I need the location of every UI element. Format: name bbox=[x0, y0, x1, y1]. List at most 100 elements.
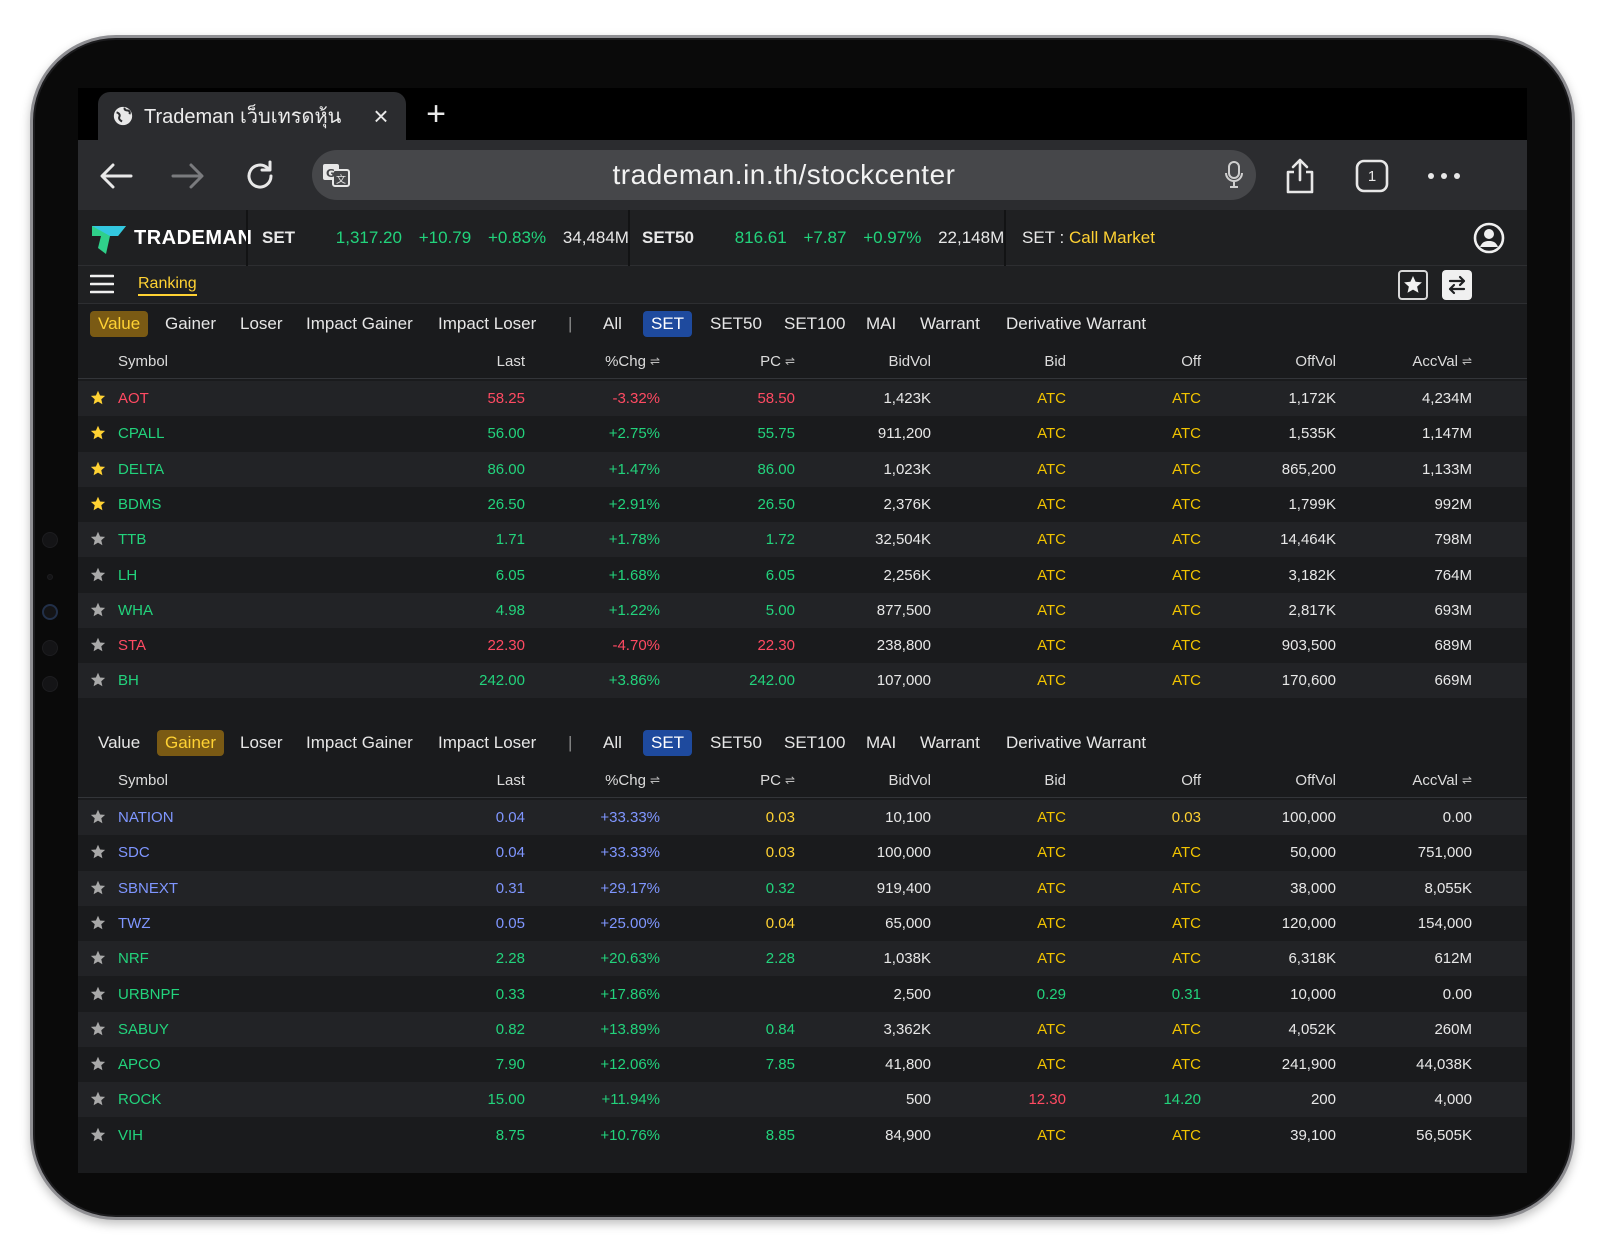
star-filled-icon[interactable] bbox=[90, 496, 106, 516]
table-row[interactable]: BDMS 26.50 +2.91% 26.50 2,376K ATC ATC 1,799K 99… bbox=[78, 486, 1527, 522]
cell-symbol[interactable]: SBNEXT bbox=[118, 871, 278, 906]
star-filled-icon[interactable] bbox=[90, 425, 106, 445]
column-header-pc[interactable]: PC ⇌ bbox=[698, 343, 795, 379]
microphone-icon[interactable] bbox=[1224, 161, 1244, 189]
reload-button[interactable] bbox=[238, 154, 282, 198]
cell-symbol[interactable]: TTB bbox=[118, 522, 278, 557]
filter-value[interactable]: Value bbox=[90, 311, 149, 337]
market-filter-all[interactable]: All bbox=[595, 311, 630, 337]
cell-symbol[interactable]: STA bbox=[118, 628, 278, 663]
set50-index[interactable]: SET50 816.61 +7.87 +0.97% 22,148M bbox=[642, 228, 1004, 248]
star-icon[interactable] bbox=[90, 986, 106, 1006]
market-filter-derivative-warrant[interactable]: Derivative Warrant bbox=[998, 311, 1154, 337]
table-row[interactable]: STA 22.30 -4.70% 22.30 238,800 ATC ATC 903,500 6… bbox=[78, 628, 1527, 664]
column-header-last[interactable]: Last bbox=[378, 343, 525, 379]
trademan-logo[interactable]: TRADEMAN bbox=[90, 220, 252, 256]
filter-gainer[interactable]: Gainer bbox=[157, 311, 224, 337]
cell-symbol[interactable]: BDMS bbox=[118, 487, 278, 522]
column-header-off[interactable]: Off bbox=[1098, 343, 1201, 379]
star-icon[interactable] bbox=[90, 1056, 106, 1076]
table-row[interactable]: AOT 58.25 -3.32% 58.50 1,423K ATC ATC 1,172K 4,2… bbox=[78, 381, 1527, 416]
set-index[interactable]: SET 1,317.20 +10.79 +0.83% 34,484M bbox=[262, 228, 629, 248]
table-row[interactable]: APCO 7.90 +12.06% 7.85 41,800 ATC ATC 241,900 44… bbox=[78, 1047, 1527, 1083]
new-tab-button[interactable]: + bbox=[418, 96, 454, 132]
filter-value[interactable]: Value bbox=[90, 730, 148, 756]
market-filter-all[interactable]: All bbox=[595, 730, 630, 756]
more-menu-button[interactable] bbox=[1422, 154, 1466, 198]
column-header-bidvol[interactable]: BidVol bbox=[808, 762, 931, 798]
star-icon[interactable] bbox=[90, 950, 106, 970]
column-header-bidvol[interactable]: BidVol bbox=[808, 343, 931, 379]
cell-symbol[interactable]: APCO bbox=[118, 1047, 278, 1082]
cell-symbol[interactable]: CPALL bbox=[118, 416, 278, 451]
cell-symbol[interactable]: SDC bbox=[118, 835, 278, 870]
cell-symbol[interactable]: LH bbox=[118, 558, 278, 593]
filter-impact-loser[interactable]: Impact Loser bbox=[430, 311, 544, 337]
market-filter-mai[interactable]: MAI bbox=[858, 730, 904, 756]
star-filled-icon[interactable] bbox=[90, 461, 106, 481]
market-filter-warrant[interactable]: Warrant bbox=[912, 311, 988, 337]
browser-tab[interactable]: Trademan เว็บเทรดหุ้น × bbox=[98, 92, 406, 140]
cell-symbol[interactable]: DELTA bbox=[118, 452, 278, 487]
column-header-bid[interactable]: Bid bbox=[958, 762, 1066, 798]
market-filter-set50[interactable]: SET50 bbox=[702, 311, 770, 337]
star-icon[interactable] bbox=[90, 602, 106, 622]
table-row[interactable]: DELTA 86.00 +1.47% 86.00 1,023K ATC ATC 865,200… bbox=[78, 451, 1527, 487]
market-filter-mai[interactable]: MAI bbox=[858, 311, 904, 337]
cell-symbol[interactable]: BH bbox=[118, 663, 278, 698]
tabs-button[interactable]: 1 bbox=[1350, 154, 1394, 198]
table-row[interactable]: SBNEXT 0.31 +29.17% 0.32 919,400 ATC ATC 38,000… bbox=[78, 870, 1527, 906]
table-row[interactable]: NRF 2.28 +20.63% 2.28 1,038K ATC ATC 6,318K 612M bbox=[78, 941, 1527, 977]
cell-symbol[interactable]: SABUY bbox=[118, 1012, 278, 1047]
hamburger-menu-icon[interactable] bbox=[90, 274, 114, 294]
column-header-off[interactable]: Off bbox=[1098, 762, 1201, 798]
filter-loser[interactable]: Loser bbox=[232, 730, 291, 756]
table-row[interactable]: ROCK 15.00 +11.94% 500 12.30 14.20 200 4,000 bbox=[78, 1082, 1527, 1118]
table-row[interactable]: SABUY 0.82 +13.89% 0.84 3,362K ATC ATC 4,052K 26… bbox=[78, 1011, 1527, 1047]
table-row[interactable]: LH 6.05 +1.68% 6.05 2,256K ATC ATC 3,182K 764M bbox=[78, 557, 1527, 593]
user-account-icon[interactable] bbox=[1473, 222, 1505, 254]
share-button[interactable] bbox=[1278, 154, 1322, 198]
filter-impact-gainer[interactable]: Impact Gainer bbox=[298, 311, 421, 337]
market-filter-set100[interactable]: SET100 bbox=[776, 730, 853, 756]
star-icon[interactable] bbox=[90, 809, 106, 829]
close-tab-icon[interactable]: × bbox=[370, 103, 392, 129]
column-header-pc[interactable]: PC ⇌ bbox=[698, 762, 795, 798]
address-bar[interactable]: G文 trademan.in.th/stockcenter bbox=[312, 150, 1256, 200]
market-filter-derivative-warrant[interactable]: Derivative Warrant bbox=[998, 730, 1154, 756]
table-row[interactable]: URBNPF 0.33 +17.86% 2,500 0.29 0.31 10,000 0.00 bbox=[78, 976, 1527, 1012]
cell-symbol[interactable]: WHA bbox=[118, 593, 278, 628]
swap-view-button[interactable] bbox=[1442, 270, 1472, 300]
star-icon[interactable] bbox=[90, 672, 106, 692]
favorites-button[interactable] bbox=[1398, 270, 1428, 300]
forward-button[interactable] bbox=[166, 154, 210, 198]
ranking-tab[interactable]: Ranking bbox=[138, 275, 197, 296]
table-row[interactable]: SDC 0.04 +33.33% 0.03 100,000 ATC ATC 50,000 751… bbox=[78, 835, 1527, 871]
table-row[interactable]: NATION 0.04 +33.33% 0.03 10,100 ATC 0.03 100,00… bbox=[78, 800, 1527, 835]
column-header-accval[interactable]: AccVal ⇌ bbox=[1358, 762, 1472, 798]
filter-loser[interactable]: Loser bbox=[232, 311, 291, 337]
translate-icon[interactable]: G文 bbox=[322, 163, 350, 187]
cell-symbol[interactable]: NRF bbox=[118, 941, 278, 976]
star-icon[interactable] bbox=[90, 844, 106, 864]
cell-symbol[interactable]: AOT bbox=[118, 381, 278, 416]
star-filled-icon[interactable] bbox=[90, 390, 106, 410]
star-icon[interactable] bbox=[90, 915, 106, 935]
cell-symbol[interactable]: URBNPF bbox=[118, 977, 278, 1012]
market-filter-set[interactable]: SET bbox=[643, 730, 693, 756]
star-icon[interactable] bbox=[90, 1127, 106, 1147]
column-header-pct-chg[interactable]: %Chg ⇌ bbox=[548, 343, 660, 379]
column-header-bid[interactable]: Bid bbox=[958, 343, 1066, 379]
star-icon[interactable] bbox=[90, 880, 106, 900]
back-button[interactable] bbox=[94, 154, 138, 198]
cell-symbol[interactable]: ROCK bbox=[118, 1082, 278, 1117]
table-row[interactable]: WHA 4.98 +1.22% 5.00 877,500 ATC ATC 2,817K 693M bbox=[78, 592, 1527, 628]
star-icon[interactable] bbox=[90, 531, 106, 551]
column-header-symbol[interactable]: Symbol bbox=[118, 343, 278, 379]
cell-symbol[interactable]: VIH bbox=[118, 1118, 278, 1153]
star-icon[interactable] bbox=[90, 637, 106, 657]
table-row[interactable]: BH 242.00 +3.86% 242.00 107,000 ATC ATC 170,600… bbox=[78, 663, 1527, 699]
column-header-offvol[interactable]: OffVol bbox=[1218, 343, 1336, 379]
column-header-offvol[interactable]: OffVol bbox=[1218, 762, 1336, 798]
star-icon[interactable] bbox=[90, 1091, 106, 1111]
